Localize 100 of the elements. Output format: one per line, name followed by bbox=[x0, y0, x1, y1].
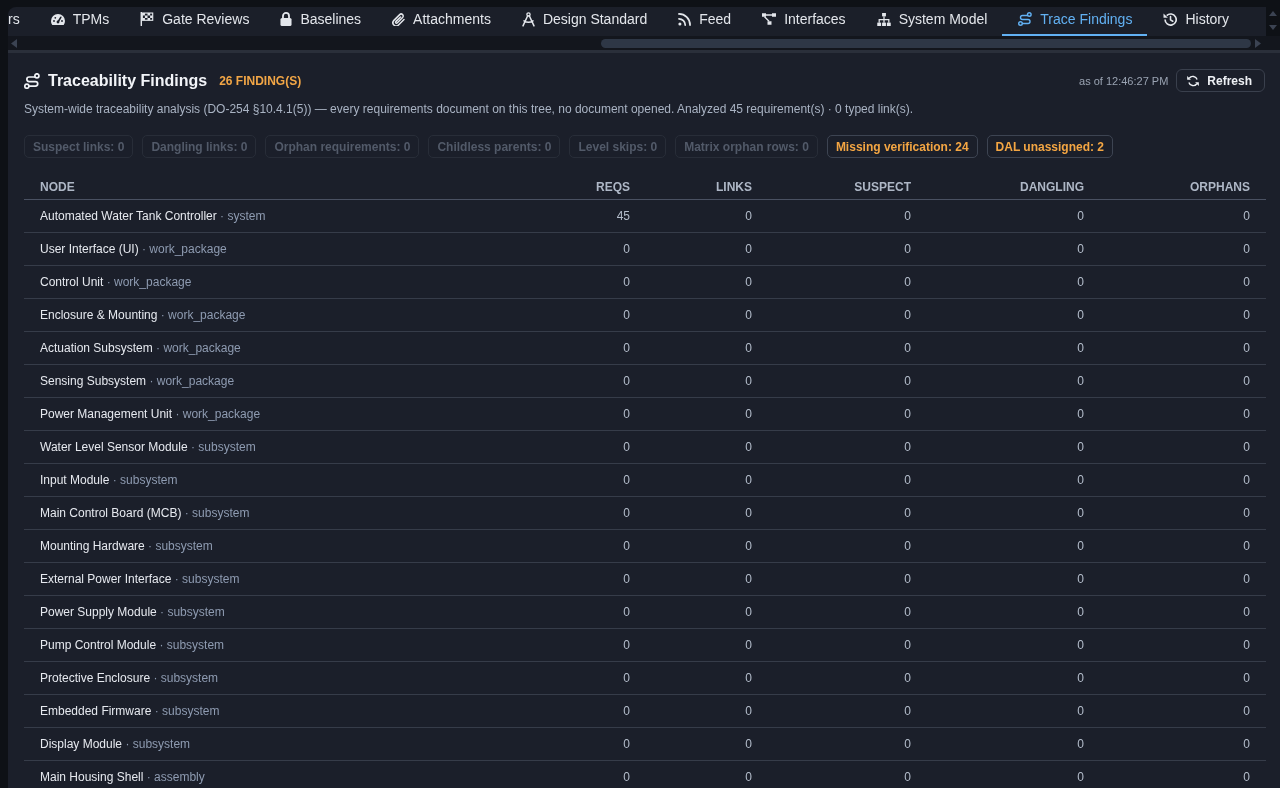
table-cell: 0 bbox=[530, 266, 646, 299]
tab[interactable]: Design Standard bbox=[505, 7, 663, 36]
table-cell: 0 bbox=[646, 431, 768, 464]
table-cell: 0 bbox=[530, 662, 646, 695]
table-cell: 0 bbox=[768, 365, 927, 398]
table-cell: 0 bbox=[768, 431, 927, 464]
table-cell: 0 bbox=[1100, 728, 1266, 761]
table-cell: 0 bbox=[646, 266, 768, 299]
table-cell: 0 bbox=[1100, 596, 1266, 629]
table-cell: 0 bbox=[646, 464, 768, 497]
finding-chip: Missing verification: 24 bbox=[826, 135, 978, 158]
finding-chip: Orphan requirements: 0 bbox=[265, 135, 420, 158]
table-cell: 0 bbox=[768, 695, 927, 728]
scroll-down-icon[interactable] bbox=[1269, 25, 1277, 30]
table-cell: 0 bbox=[927, 200, 1100, 233]
tab[interactable]: System Model bbox=[860, 7, 1003, 36]
table-cell: 0 bbox=[768, 629, 927, 662]
tab[interactable]: Attachments bbox=[376, 7, 506, 36]
findings-count: 26 FINDING(S) bbox=[219, 73, 302, 88]
table-cell: 0 bbox=[1100, 761, 1266, 788]
table-cell: 0 bbox=[927, 398, 1100, 431]
table-cell: 0 bbox=[768, 200, 927, 233]
refresh-button[interactable]: Refresh bbox=[1176, 69, 1265, 92]
node-cell: Main Control Board (MCB) · subsystem bbox=[24, 497, 530, 530]
table-cell: 0 bbox=[1100, 398, 1266, 431]
table-cell: 0 bbox=[927, 332, 1100, 365]
table-cell: 0 bbox=[1100, 332, 1266, 365]
table-cell: 0 bbox=[646, 365, 768, 398]
table-cell: 0 bbox=[530, 431, 646, 464]
table-cell: 0 bbox=[768, 266, 927, 299]
column-header: REQS bbox=[530, 175, 646, 200]
table-cell: 0 bbox=[768, 563, 927, 596]
table-cell: 0 bbox=[768, 464, 927, 497]
node-cell: Sensing Subsystem · work_package bbox=[24, 365, 530, 398]
table-cell: 0 bbox=[646, 530, 768, 563]
route-icon bbox=[1018, 12, 1033, 26]
tab[interactable]: Feed bbox=[662, 7, 747, 36]
horizontal-scrollbar[interactable] bbox=[8, 36, 1280, 50]
node-cell: Control Unit · work_package bbox=[24, 266, 530, 299]
scroll-left-icon[interactable] bbox=[11, 38, 17, 48]
table-cell: 0 bbox=[646, 662, 768, 695]
table-cell: 0 bbox=[646, 563, 768, 596]
table-cell: 0 bbox=[768, 596, 927, 629]
node-cell: Input Module · subsystem bbox=[24, 464, 530, 497]
table-cell: 0 bbox=[646, 728, 768, 761]
table-cell: 0 bbox=[1100, 365, 1266, 398]
node-cell: Pump Control Module · subsystem bbox=[24, 629, 530, 662]
node-cell: Protective Enclosure · subsystem bbox=[24, 662, 530, 695]
table-cell: 0 bbox=[530, 464, 646, 497]
table-cell: 0 bbox=[927, 431, 1100, 464]
table-cell: 0 bbox=[646, 299, 768, 332]
table-cell: 0 bbox=[927, 596, 1100, 629]
refresh-icon bbox=[1187, 74, 1200, 87]
table-cell: 0 bbox=[646, 497, 768, 530]
table-cell: 0 bbox=[1100, 464, 1266, 497]
finding-chip: Childless parents: 0 bbox=[428, 135, 561, 158]
checkered-flag-icon bbox=[140, 12, 155, 26]
node-cell: Automated Water Tank Controller · system bbox=[24, 200, 530, 233]
table-cell: 0 bbox=[768, 233, 927, 266]
table-cell: 0 bbox=[646, 596, 768, 629]
table-cell: 0 bbox=[927, 563, 1100, 596]
table-cell: 0 bbox=[927, 629, 1100, 662]
table-cell: 0 bbox=[927, 530, 1100, 563]
node-cell: Main Housing Shell · assembly bbox=[24, 761, 530, 788]
table-cell: 0 bbox=[530, 233, 646, 266]
tab[interactable]: History bbox=[1147, 7, 1244, 36]
table-cell: 0 bbox=[530, 695, 646, 728]
finding-chip: Level skips: 0 bbox=[569, 135, 667, 158]
tab[interactable]: rs bbox=[8, 7, 35, 36]
timestamp: as of 12:46:27 PM bbox=[1079, 74, 1169, 87]
table-cell: 0 bbox=[530, 365, 646, 398]
table-cell: 0 bbox=[927, 266, 1100, 299]
table-cell: 0 bbox=[646, 761, 768, 788]
table-cell: 0 bbox=[927, 497, 1100, 530]
tab[interactable]: Interfaces bbox=[746, 7, 861, 36]
history-icon bbox=[1163, 12, 1178, 26]
finding-chip: Matrix orphan rows: 0 bbox=[675, 135, 818, 158]
scroll-up-icon[interactable] bbox=[1269, 11, 1277, 16]
panel-title: Traceability Findings bbox=[48, 71, 208, 90]
scrollbar-thumb[interactable] bbox=[601, 38, 1251, 48]
table-cell: 0 bbox=[530, 563, 646, 596]
table-cell: 0 bbox=[530, 530, 646, 563]
table-cell: 0 bbox=[1100, 299, 1266, 332]
node-cell: User Interface (UI) · work_package bbox=[24, 233, 530, 266]
table-cell: 0 bbox=[530, 299, 646, 332]
table-cell: 0 bbox=[768, 662, 927, 695]
node-cell: Embedded Firmware · subsystem bbox=[24, 695, 530, 728]
table-cell: 0 bbox=[927, 728, 1100, 761]
table-cell: 0 bbox=[530, 332, 646, 365]
table-cell: 0 bbox=[530, 728, 646, 761]
analysis-description: System-wide traceability analysis (DO-254 §10.4.1(5)) — every requirements document on this tree, no document opened. Analyzed 45 requirement(s) · 0 typed link(s). bbox=[24, 102, 915, 117]
node-cell: Display Module · subsystem bbox=[24, 728, 530, 761]
tab[interactable]: TPMs bbox=[34, 7, 125, 36]
tab[interactable]: Gate Reviews bbox=[124, 7, 265, 36]
column-header: SUSPECT bbox=[768, 175, 927, 200]
table-cell: 0 bbox=[1100, 200, 1266, 233]
table-cell: 0 bbox=[1100, 266, 1266, 299]
table-cell: 0 bbox=[646, 332, 768, 365]
scroll-right-icon[interactable] bbox=[1255, 38, 1261, 48]
tab[interactable]: Baselines bbox=[264, 7, 377, 36]
